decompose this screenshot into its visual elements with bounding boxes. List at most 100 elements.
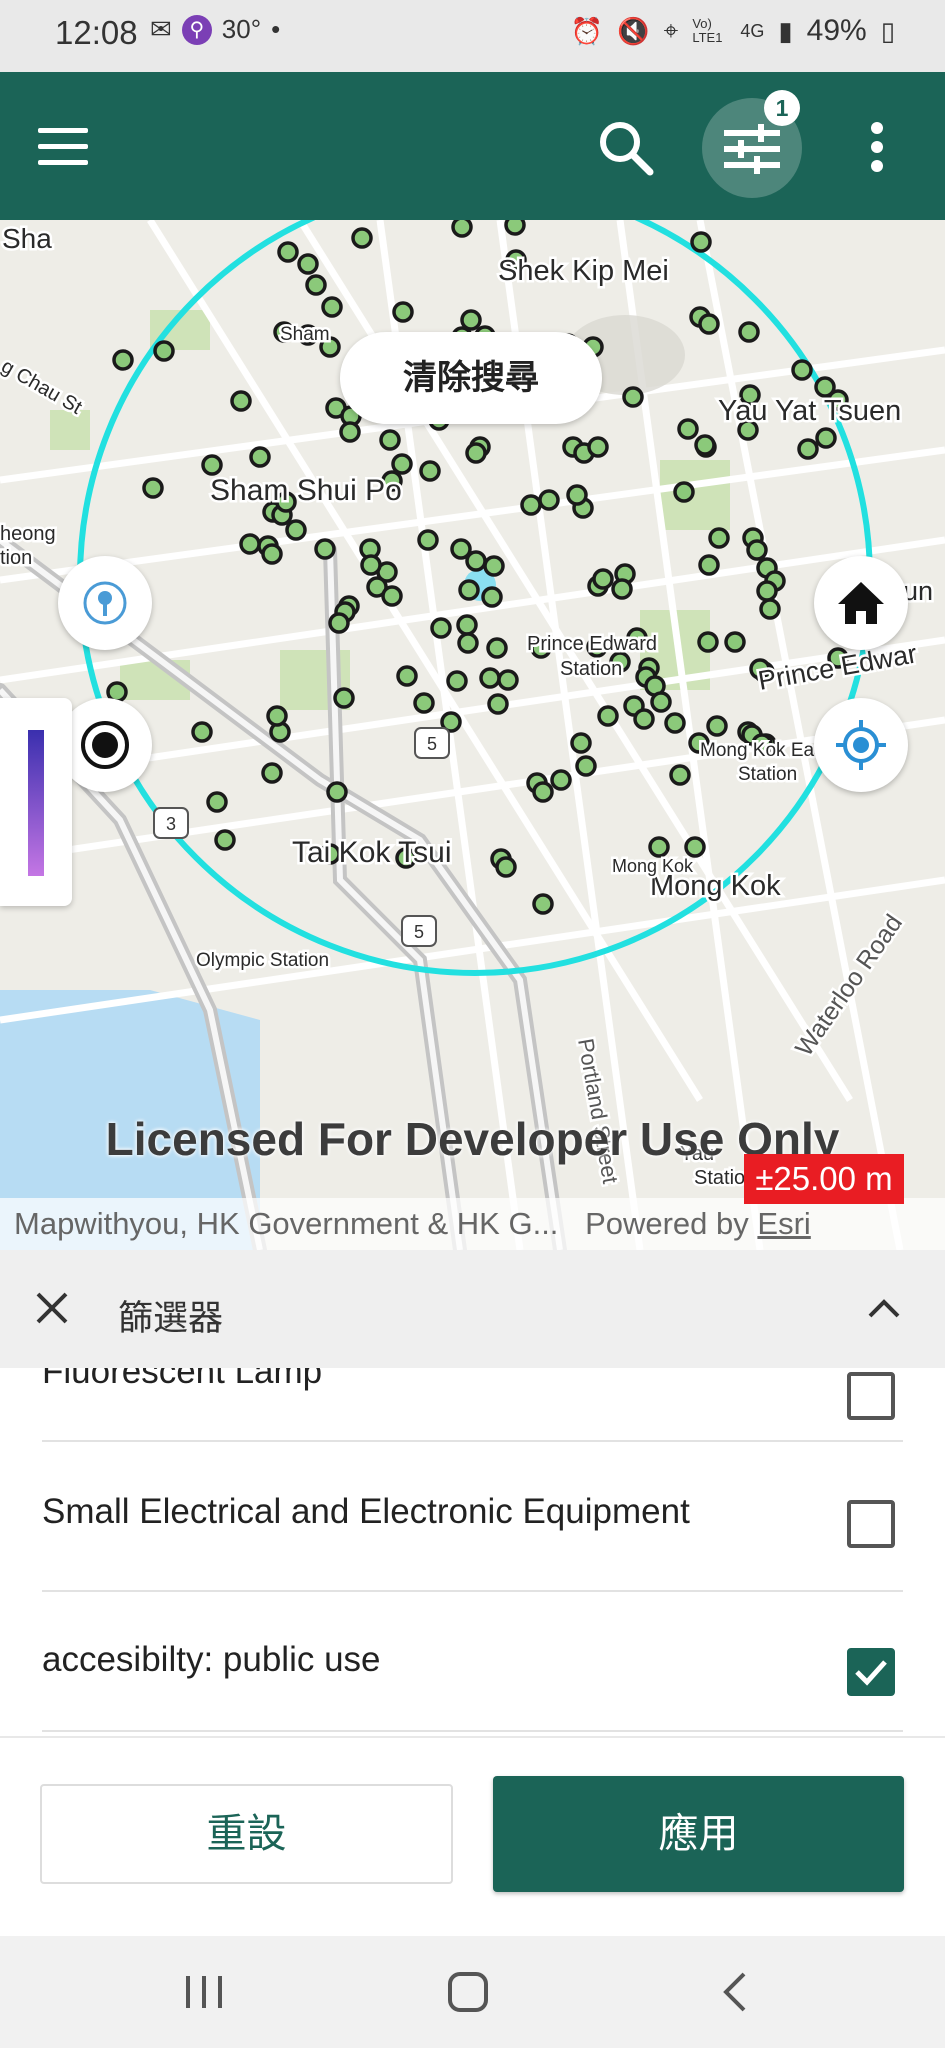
poi-marker[interactable] <box>597 705 619 727</box>
esri-link[interactable]: Esri <box>757 1206 810 1241</box>
poi-marker[interactable] <box>458 579 480 601</box>
poi-marker[interactable] <box>694 434 716 456</box>
poi-marker[interactable] <box>230 390 252 412</box>
poi-marker[interactable] <box>550 769 572 791</box>
filter-checkbox[interactable] <box>847 1500 895 1548</box>
filter-item[interactable]: Fluorescent Lamp <box>42 1368 903 1442</box>
back-icon[interactable] <box>716 1970 752 2014</box>
poi-marker[interactable] <box>479 667 501 689</box>
poi-marker[interactable] <box>249 446 271 468</box>
poi-marker[interactable] <box>417 529 439 551</box>
more-vert-icon[interactable] <box>862 122 892 172</box>
poi-marker[interactable] <box>261 762 283 784</box>
poi-marker[interactable] <box>504 220 526 236</box>
poi-marker[interactable] <box>622 386 644 408</box>
poi-marker[interactable] <box>698 554 720 576</box>
poi-marker[interactable] <box>746 539 768 561</box>
poi-marker[interactable] <box>698 313 720 335</box>
poi-marker[interactable] <box>285 519 307 541</box>
poi-marker[interactable] <box>677 418 699 440</box>
poi-marker[interactable] <box>333 687 355 709</box>
poi-marker[interactable] <box>706 715 728 737</box>
poi-marker[interactable] <box>451 220 473 238</box>
poi-marker[interactable] <box>379 429 401 451</box>
poi-marker[interactable] <box>206 791 228 813</box>
poi-marker[interactable] <box>153 340 175 362</box>
poi-marker[interactable] <box>465 442 487 464</box>
menu-icon[interactable] <box>38 128 88 166</box>
poi-marker[interactable] <box>266 705 288 727</box>
poi-marker[interactable] <box>497 669 519 691</box>
poi-marker[interactable] <box>575 755 597 777</box>
poi-marker[interactable] <box>648 836 670 858</box>
filter-list[interactable]: Fluorescent Lamp Small Electrical and El… <box>0 1368 945 1736</box>
poi-marker[interactable] <box>566 484 588 506</box>
poi-marker[interactable] <box>486 637 508 659</box>
home-button[interactable] <box>814 556 908 650</box>
poi-marker[interactable] <box>214 829 236 851</box>
poi-marker[interactable] <box>756 580 778 602</box>
poi-marker[interactable] <box>413 692 435 714</box>
poi-marker[interactable] <box>465 550 487 572</box>
poi-marker[interactable] <box>339 421 361 443</box>
poi-marker[interactable] <box>633 708 655 730</box>
home-nav-icon[interactable] <box>446 1970 490 2014</box>
reset-button[interactable]: 重設 <box>40 1784 453 1884</box>
poi-marker[interactable] <box>481 586 503 608</box>
close-icon[interactable] <box>30 1286 74 1330</box>
poi-marker[interactable] <box>592 568 614 590</box>
poi-marker[interactable] <box>297 253 319 275</box>
poi-marker[interactable] <box>239 533 261 555</box>
pin-location-button[interactable] <box>58 556 152 650</box>
record-button[interactable] <box>58 698 152 792</box>
poi-marker[interactable] <box>328 612 350 634</box>
poi-marker[interactable] <box>791 359 813 381</box>
poi-marker[interactable] <box>419 460 441 482</box>
poi-marker[interactable] <box>724 631 746 653</box>
poi-marker[interactable] <box>669 764 691 786</box>
poi-marker[interactable] <box>759 598 781 620</box>
poi-marker[interactable] <box>673 481 695 503</box>
poi-marker[interactable] <box>697 631 719 653</box>
poi-marker[interactable] <box>360 554 382 576</box>
legend-tab[interactable] <box>0 698 72 906</box>
apply-button[interactable]: 應用 <box>493 1776 904 1892</box>
poi-marker[interactable] <box>684 836 706 858</box>
poi-marker[interactable] <box>446 670 468 692</box>
filter-checkbox[interactable] <box>847 1372 895 1420</box>
filter-item[interactable]: Small Electrical and Electronic Equipmen… <box>42 1442 903 1592</box>
poi-marker[interactable] <box>392 301 414 323</box>
poi-marker[interactable] <box>538 489 560 511</box>
poi-marker[interactable] <box>520 494 542 516</box>
poi-marker[interactable] <box>326 781 348 803</box>
poi-marker[interactable] <box>396 665 418 687</box>
poi-marker[interactable] <box>142 477 164 499</box>
poi-marker[interactable] <box>532 893 554 915</box>
poi-marker[interactable] <box>112 349 134 371</box>
poi-marker[interactable] <box>650 691 672 713</box>
poi-marker[interactable] <box>797 438 819 460</box>
poi-marker[interactable] <box>487 693 509 715</box>
poi-marker[interactable] <box>815 427 837 449</box>
poi-marker[interactable] <box>456 614 478 636</box>
poi-marker[interactable] <box>708 527 730 549</box>
my-location-button[interactable] <box>814 698 908 792</box>
filter-button[interactable]: 1 <box>702 90 802 198</box>
poi-marker[interactable] <box>191 721 213 743</box>
poi-marker[interactable] <box>381 585 403 607</box>
poi-marker[interactable] <box>305 274 327 296</box>
poi-marker[interactable] <box>738 321 760 343</box>
poi-marker[interactable] <box>201 454 223 476</box>
chevron-up-icon[interactable] <box>862 1286 906 1330</box>
filter-checkbox[interactable] <box>847 1648 895 1696</box>
clear-search-button[interactable]: 清除搜尋 <box>340 332 602 424</box>
poi-marker[interactable] <box>430 617 452 639</box>
poi-marker[interactable] <box>532 781 554 803</box>
poi-marker[interactable] <box>460 309 482 331</box>
map-view[interactable]: 5 3 5 Sha Shek Kip Mei Sham Yau Yat Tsue… <box>0 220 945 1250</box>
poi-marker[interactable] <box>314 538 336 560</box>
filter-item[interactable]: accesibilty: public use <box>42 1592 903 1732</box>
poi-marker[interactable] <box>690 231 712 253</box>
poi-marker[interactable] <box>391 453 413 475</box>
recent-apps-icon[interactable] <box>182 1972 226 2012</box>
